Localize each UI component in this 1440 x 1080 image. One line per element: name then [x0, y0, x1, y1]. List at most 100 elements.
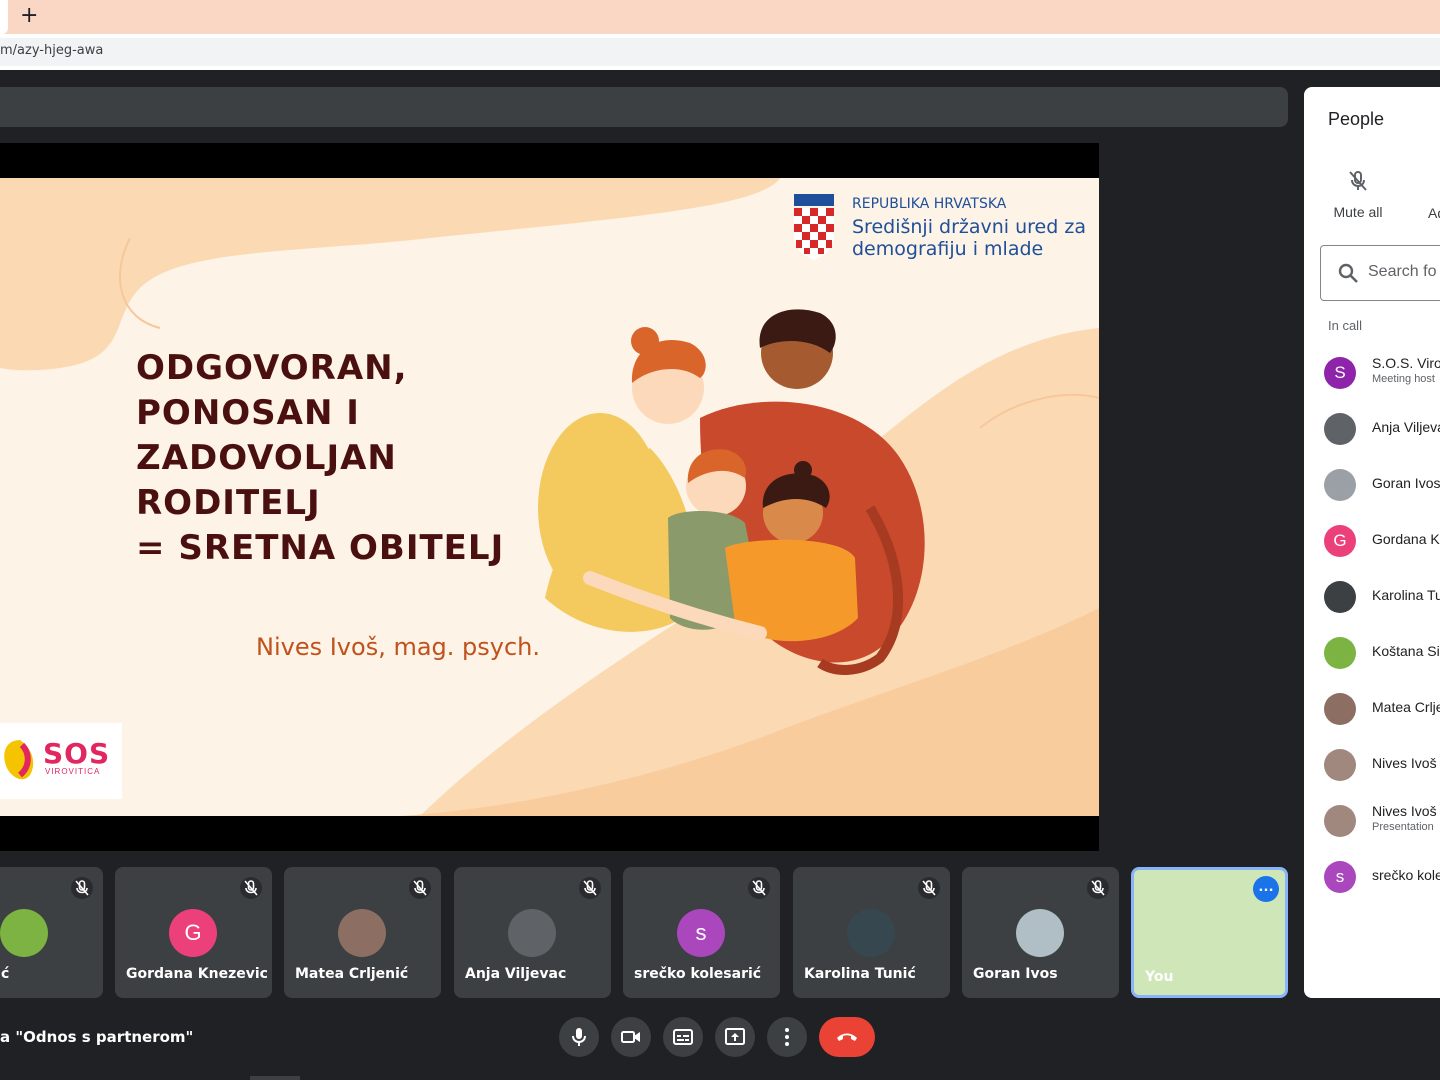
participant-name: Karolina Tu: [1372, 587, 1440, 603]
tile-name: You: [1145, 969, 1174, 985]
participant-avatar: G: [1324, 525, 1356, 557]
headline-line: = SRETNA OBITELJ: [136, 528, 505, 568]
participant-avatar: [1324, 693, 1356, 725]
people-search-input[interactable]: Search fo: [1320, 245, 1440, 301]
participant-row[interactable]: Koštana Sip: [1304, 629, 1440, 685]
participant-name: S.O.S. Virov: [1372, 355, 1440, 371]
search-placeholder: Search fo: [1368, 263, 1437, 280]
mic-off-icon: [1349, 171, 1367, 191]
tile-name: srečko kolesarić: [634, 966, 762, 982]
muted-mic-icon: [748, 877, 770, 899]
headline-line: ODGOVORAN,: [136, 348, 408, 388]
camera-button[interactable]: [611, 1017, 651, 1057]
end-call-button[interactable]: [819, 1017, 875, 1057]
meeting-title: a "Odnos s partnerom": [0, 1028, 194, 1046]
tile-avatar: G: [169, 909, 217, 957]
people-panel: People Mute all Ad Search fo In call S S.…: [1304, 87, 1440, 998]
tile-name: Karolina Tunić: [804, 966, 916, 982]
participant-avatar: [1324, 581, 1356, 613]
participant-avatar: [1324, 749, 1356, 781]
muted-mic-icon: [1087, 877, 1109, 899]
participant-tile[interactable]: Karolina Tunić: [793, 867, 950, 998]
camera-icon: [621, 1031, 640, 1043]
participant-tile[interactable]: G Gordana Knezevic: [115, 867, 272, 998]
tile-avatar: [508, 909, 556, 957]
url-text[interactable]: m/azy-hjeg-awa: [0, 43, 103, 58]
active-tab-edge[interactable]: [0, 0, 8, 34]
tile-name: Anja Viljevac: [465, 966, 567, 982]
sos-logo-text: SOS: [43, 737, 111, 770]
scroll-indicator: [250, 1076, 300, 1080]
croatian-coat-of-arms-icon: [794, 194, 834, 260]
more-vert-icon: [785, 1028, 789, 1046]
participant-row[interactable]: Goran Ivos: [1304, 461, 1440, 517]
muted-mic-icon: [240, 877, 262, 899]
sos-virovitica-logo: SOS VIROVITICA: [0, 723, 122, 799]
headline-line: ZADOVOLJAN: [136, 438, 397, 478]
participant-tile[interactable]: s srečko kolesarić: [623, 867, 780, 998]
tile-name: a Sipić: [0, 966, 10, 982]
muted-mic-icon: [71, 877, 93, 899]
participant-name: Goran Ivos: [1372, 475, 1440, 491]
add-people-button[interactable]: Ad: [1428, 205, 1440, 221]
participant-avatar: [1324, 469, 1356, 501]
participant-name: Nives Ivoš: [1372, 803, 1437, 819]
more-options-button[interactable]: [767, 1017, 807, 1057]
captions-icon: [673, 1029, 693, 1045]
captions-button[interactable]: [663, 1017, 703, 1057]
microphone-icon: [572, 1028, 586, 1046]
sos-heart-icon: [4, 740, 34, 780]
slide-headline: ODGOVORAN, PONOSAN I ZADOVOLJAN RODITELJ…: [136, 346, 556, 571]
muted-mic-icon: [409, 877, 431, 899]
tile-avatar: [338, 909, 386, 957]
participant-avatar: [1324, 637, 1356, 669]
participant-name: Koštana Sip: [1372, 643, 1440, 659]
in-call-heading: In call: [1328, 318, 1362, 333]
participant-name: Gordana K: [1372, 531, 1440, 547]
mute-all-label: Mute all: [1333, 204, 1383, 220]
tile-name: Gordana Knezevic: [126, 966, 268, 982]
participant-row[interactable]: Nives Ivoš Presentation: [1304, 797, 1440, 853]
participant-name: Nives Ivoš: [1372, 755, 1437, 771]
participant-tile[interactable]: Matea Crljenić: [284, 867, 441, 998]
people-panel-title: People: [1328, 109, 1385, 129]
participant-role: Presentation: [1372, 821, 1434, 833]
presentation-banner: [0, 87, 1288, 127]
search-icon: [1338, 263, 1358, 283]
presentation-slide: ODGOVORAN, PONOSAN I ZADOVOLJAN RODITELJ…: [0, 178, 1099, 816]
participant-row[interactable]: Karolina Tu: [1304, 573, 1440, 629]
tile-avatar: [1016, 909, 1064, 957]
mute-all-button[interactable]: Mute all: [1328, 169, 1388, 220]
slide-author: Nives Ivoš, mag. psych.: [256, 633, 541, 661]
gov-office-label: Središnji državni ured za demografiju i …: [852, 216, 1086, 260]
participant-avatar: [1324, 413, 1356, 445]
participant-row[interactable]: Matea Crlje: [1304, 685, 1440, 741]
new-tab-button[interactable]: +: [20, 4, 38, 28]
participant-tiles: a Sipić G Gordana Knezevic Matea Crljenić An…: [0, 867, 1440, 998]
hang-up-icon: [837, 1033, 857, 1041]
present-button[interactable]: [715, 1017, 755, 1057]
browser-tab-strip: +: [0, 0, 1440, 34]
self-video-tile[interactable]: … You: [1131, 867, 1288, 998]
tile-avatar: [0, 909, 48, 957]
headline-line: RODITELJ: [136, 483, 321, 523]
sos-logo-subtext: VIROVITICA: [45, 767, 101, 776]
participant-tile[interactable]: Anja Viljevac: [454, 867, 611, 998]
participant-row[interactable]: G Gordana K: [1304, 517, 1440, 573]
tile-options-icon[interactable]: …: [1253, 876, 1279, 902]
participant-tile[interactable]: Goran Ivos: [962, 867, 1119, 998]
tile-name: Matea Crljenić: [295, 966, 409, 982]
participant-row[interactable]: Nives Ivoš: [1304, 741, 1440, 797]
present-screen-icon: [725, 1028, 745, 1045]
tile-avatar: s: [677, 909, 725, 957]
address-bar[interactable]: m/azy-hjeg-awa: [0, 38, 1440, 66]
participant-row[interactable]: Anja Viljeva: [1304, 405, 1440, 461]
tile-name: Goran Ivos: [973, 966, 1058, 982]
mic-button[interactable]: [559, 1017, 599, 1057]
participant-avatar: [1324, 805, 1356, 837]
participant-tile[interactable]: a Sipić: [0, 867, 103, 998]
gov-country-label: REPUBLIKA HRVATSKA: [852, 196, 1007, 212]
participant-row[interactable]: S S.O.S. Virov Meeting host: [1304, 349, 1440, 405]
headline-line: PONOSAN I: [136, 393, 360, 433]
browser-toolbar: m/azy-hjeg-awa: [0, 34, 1440, 70]
